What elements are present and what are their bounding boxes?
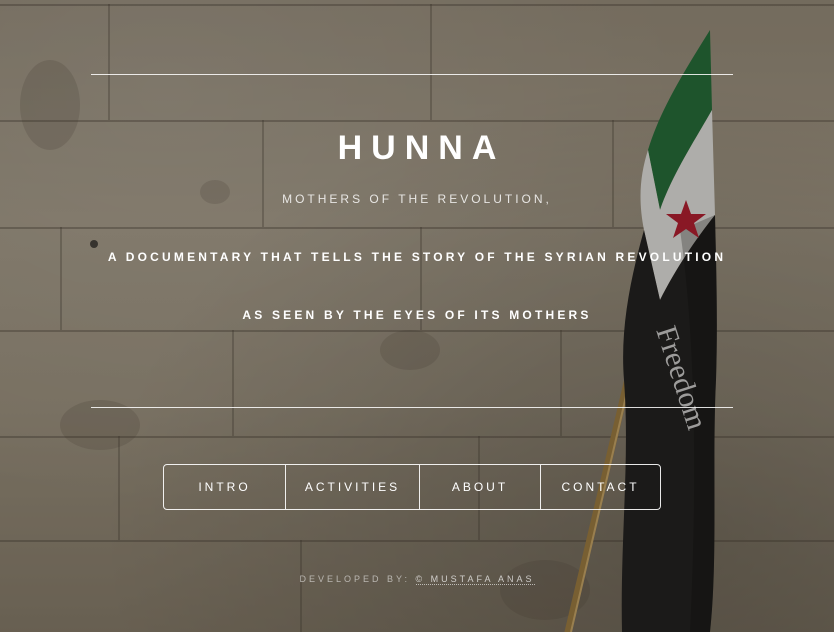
- nav-activities-link[interactable]: ACTIVITIES: [285, 465, 419, 509]
- site-subtitle: MOTHERS OF THE REVOLUTION,: [282, 192, 552, 206]
- site-title: HUNNA: [337, 129, 506, 167]
- developer-link[interactable]: © MUSTAFA ANAS: [415, 574, 535, 585]
- tagline-line-1: A DOCUMENTARY THAT TELLS THE STORY OF TH…: [107, 250, 727, 264]
- bottom-divider: [91, 407, 733, 408]
- nav-contact-link[interactable]: CONTACT: [540, 465, 660, 509]
- main-nav: INTRO ACTIVITIES ABOUT CONTACT: [163, 464, 661, 510]
- footer-prefix: DEVELOPED BY:: [299, 574, 411, 584]
- top-divider: [91, 74, 733, 75]
- nav-intro-link[interactable]: INTRO: [164, 465, 285, 509]
- nav-about-link[interactable]: ABOUT: [419, 465, 540, 509]
- tagline-line-2: AS SEEN BY THE EYES OF ITS MOTHERS: [242, 308, 592, 322]
- footer-credit: DEVELOPED BY: © MUSTAFA ANAS: [0, 573, 834, 585]
